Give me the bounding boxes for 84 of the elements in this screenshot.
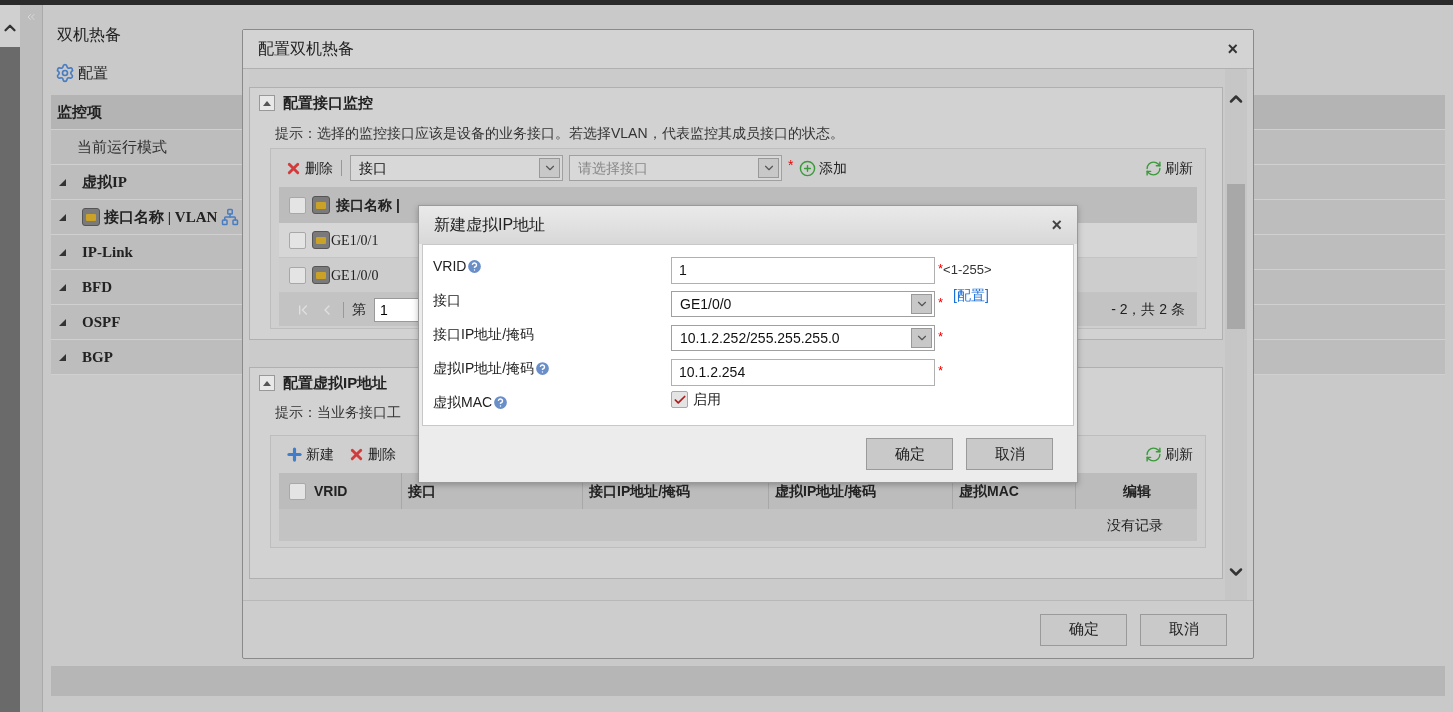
required-mark: * — [788, 156, 794, 175]
required-mark: * — [938, 328, 944, 346]
checkbox[interactable] — [289, 482, 306, 500]
field-label: 接口IP地址/掩码 — [433, 325, 535, 344]
dialog-button[interactable]: 确定 — [866, 438, 953, 470]
select-field[interactable]: GE1/0/0 — [671, 291, 935, 317]
scroll-thumb[interactable] — [1227, 184, 1245, 329]
empty-message: 没有记录 — [1107, 515, 1164, 535]
interface-name: GE1/0/0 — [331, 266, 379, 285]
column-header: 接口名称 | — [336, 195, 400, 215]
close-button[interactable]: × — [1051, 211, 1062, 239]
checkbox[interactable] — [289, 231, 306, 249]
group-label[interactable]: 虚拟IP — [82, 170, 127, 194]
dialog-button[interactable]: 确定 — [1040, 613, 1127, 646]
dialog-button[interactable]: 取消 — [966, 438, 1053, 470]
configure-link[interactable]: [配置] — [953, 285, 989, 306]
field-label: VRID — [433, 257, 467, 276]
column-header: VRID — [314, 481, 348, 501]
refresh-icon — [1145, 446, 1163, 463]
field-label: 虚拟MAC — [433, 393, 493, 412]
collapse-icon[interactable] — [259, 375, 275, 391]
column-header: 接口 — [408, 481, 436, 501]
required-mark: * — [938, 362, 944, 380]
checkbox[interactable] — [289, 196, 306, 214]
checkbox-label: 启用 — [693, 390, 721, 409]
settings-icon[interactable] — [55, 63, 75, 83]
expand-triangle-icon[interactable] — [59, 178, 66, 186]
port-icon — [312, 231, 330, 249]
close-button[interactable]: × — [1227, 35, 1238, 63]
panel-title: 双机热备 — [56, 25, 122, 45]
port-icon — [312, 196, 330, 214]
dialog-button[interactable]: 取消 — [1140, 613, 1227, 646]
field-label: 虚拟IP地址/掩码 — [433, 359, 535, 378]
group-label[interactable]: IP-Link — [82, 240, 133, 264]
column-header: 虚拟MAC — [959, 481, 1019, 501]
group-label[interactable]: 接口名称 | VLAN — [104, 205, 218, 229]
pager-summary: - 2，共 2 条 — [1111, 300, 1186, 319]
port-icon — [82, 208, 100, 226]
refresh-icon — [1145, 159, 1163, 177]
group-label[interactable]: BFD — [82, 275, 112, 299]
interface-name: GE1/0/1 — [331, 231, 379, 250]
expand-triangle-icon[interactable] — [59, 283, 66, 291]
configure-link[interactable]: 配置 — [78, 61, 108, 85]
required-mark: * — [938, 294, 944, 312]
section-title: 配置接口监控 — [283, 92, 373, 113]
column-header: 接口IP地址/掩码 — [589, 481, 691, 501]
dialog-title: 新建虚拟IP地址 — [434, 215, 546, 235]
column-header: 虚拟IP地址/掩码 — [775, 481, 877, 501]
page-label: 第 — [352, 300, 366, 319]
dialog-title: 配置双机热备 — [258, 39, 354, 59]
range-hint: <1-255> — [943, 261, 992, 280]
network-icon — [221, 208, 240, 226]
port-icon — [312, 266, 330, 284]
select-field[interactable]: 10.1.2.252/255.255.255.0 — [671, 325, 935, 351]
refresh-button[interactable]: 刷新 — [1145, 157, 1194, 179]
plus-icon — [285, 445, 304, 464]
delete-button[interactable]: 删除 — [348, 444, 396, 465]
section-title: 配置虚拟IP地址 — [283, 372, 388, 393]
checkbox[interactable] — [289, 266, 306, 284]
checkbox[interactable] — [671, 391, 688, 408]
field-label: 接口 — [433, 291, 461, 310]
text-field[interactable]: 1 — [671, 256, 935, 284]
delete-button[interactable]: 删除 — [285, 157, 333, 179]
expand-triangle-icon[interactable] — [59, 248, 66, 256]
add-icon — [799, 159, 817, 177]
collapse-icon[interactable] — [259, 95, 275, 111]
help-icon[interactable] — [466, 258, 484, 275]
expand-triangle-icon[interactable] — [59, 318, 66, 326]
add-button[interactable]: 添加 — [799, 157, 848, 179]
help-icon[interactable] — [492, 394, 510, 411]
new-button[interactable]: 新建 — [285, 444, 334, 465]
group-label[interactable]: OSPF — [82, 310, 121, 334]
hint-text: 提示：当业务接口工 — [275, 402, 401, 422]
text-field[interactable]: 10.1.2.254 — [671, 358, 935, 386]
expand-triangle-icon[interactable] — [59, 213, 66, 221]
required-mark: * — [938, 260, 944, 278]
help-icon[interactable] — [534, 360, 552, 377]
refresh-button[interactable]: 刷新 — [1145, 444, 1194, 465]
column-header: 编辑 — [1122, 481, 1151, 501]
scrollbar[interactable] — [1225, 69, 1247, 600]
delete-icon — [348, 446, 365, 463]
type-select[interactable]: 接口 — [350, 155, 563, 181]
group-label[interactable]: BGP — [82, 345, 113, 369]
expand-triangle-icon[interactable] — [59, 353, 66, 361]
